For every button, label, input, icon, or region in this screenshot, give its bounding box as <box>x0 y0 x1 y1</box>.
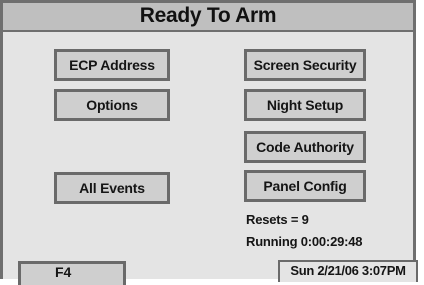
running-time: Running 0:00:29:48 <box>246 234 363 249</box>
screen-security-button[interactable]: Screen Security <box>244 49 366 81</box>
all-events-button[interactable]: All Events <box>54 172 170 204</box>
panel-config-button[interactable]: Panel Config <box>244 170 366 202</box>
code-authority-button[interactable]: Code Authority <box>244 131 366 163</box>
page-title: Ready To Arm <box>0 0 416 32</box>
resets-count: Resets = 9 <box>246 212 309 227</box>
ecp-address-button[interactable]: ECP Address <box>54 49 170 81</box>
options-button[interactable]: Options <box>54 89 170 121</box>
night-setup-button[interactable]: Night Setup <box>244 89 366 121</box>
keypad-screen: Ready To Arm ECP Address Options All Eve… <box>0 0 424 285</box>
f4-button[interactable]: F4 <box>18 261 126 285</box>
